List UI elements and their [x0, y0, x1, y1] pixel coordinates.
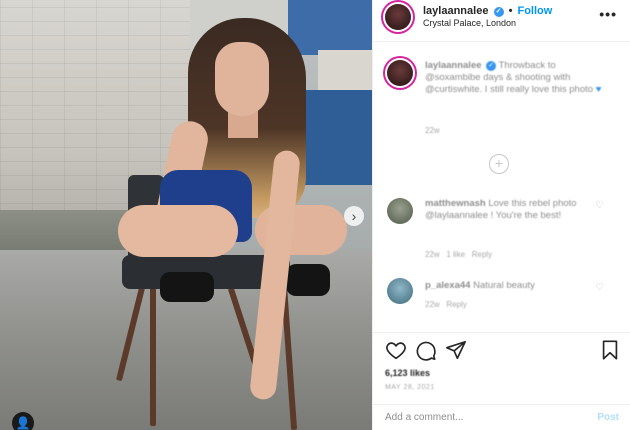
- reply-button[interactable]: Reply: [446, 300, 466, 309]
- post-location[interactable]: Crystal Palace, London: [423, 18, 516, 28]
- comment-text: p_alexa44 Natural beauty: [425, 280, 605, 292]
- comment-body: Natural beauty: [473, 280, 535, 291]
- left-shoe: [160, 272, 214, 302]
- caption-username[interactable]: laylaannalee: [425, 60, 482, 71]
- chair-leg: [150, 286, 156, 426]
- comment-like-heart-icon[interactable]: ♡: [595, 282, 604, 293]
- heart-icon[interactable]: [385, 339, 407, 361]
- post-comment-button[interactable]: Post: [597, 412, 619, 423]
- verified-badge-icon: ✓: [493, 7, 504, 17]
- comment-text: matthewnash Love this rebel photo @layla…: [425, 198, 605, 222]
- wall-panel: [318, 50, 372, 90]
- commenter-avatar[interactable]: [387, 278, 413, 304]
- post-side-panel: laylaannalee ✓ • Follow Crystal Palace, …: [372, 0, 630, 430]
- share-icon[interactable]: [445, 339, 467, 361]
- user-tag-icon[interactable]: 👤: [12, 412, 34, 430]
- comment-username[interactable]: p_alexa44: [425, 280, 470, 291]
- comment-username[interactable]: matthewnash: [425, 198, 486, 209]
- left-leg: [118, 205, 238, 257]
- follow-button[interactable]: Follow: [517, 5, 552, 17]
- separator-dot: •: [508, 5, 513, 17]
- comment-like-heart-icon[interactable]: ♡: [595, 200, 604, 211]
- right-shoe: [286, 264, 330, 296]
- caption-time: 22w: [425, 126, 440, 135]
- bookmark-icon[interactable]: [599, 339, 621, 361]
- comment-time: 22w: [425, 250, 440, 259]
- caption-text: laylaannalee ✓ Throwback to @soxambibe d…: [425, 60, 605, 96]
- caption-avatar[interactable]: [387, 60, 413, 86]
- blue-heart-icon: ♥: [595, 84, 602, 95]
- comment-meta: 22w Reply: [425, 300, 467, 309]
- post-photo[interactable]: › 👤: [0, 0, 372, 430]
- blue-wall-top: [288, 0, 372, 55]
- face: [215, 42, 269, 116]
- blue-door: [300, 90, 372, 185]
- comment-input[interactable]: [385, 412, 575, 423]
- more-options-icon[interactable]: •••: [599, 6, 617, 22]
- comment-meta: 22w 1 like Reply: [425, 250, 492, 259]
- commenter-avatar[interactable]: [387, 198, 413, 224]
- comments-list: laylaannalee ✓ Throwback to @soxambibe d…: [373, 42, 630, 332]
- verified-badge-icon: ✓: [486, 61, 497, 71]
- add-comment-bar: Post: [373, 404, 630, 430]
- comment-time: 22w: [425, 300, 440, 309]
- author-line: laylaannalee ✓ • Follow: [423, 5, 552, 17]
- post-header: laylaannalee ✓ • Follow Crystal Palace, …: [373, 0, 630, 42]
- reply-button[interactable]: Reply: [472, 250, 492, 259]
- post-date: MAY 28, 2021: [385, 384, 435, 391]
- next-arrow-icon[interactable]: ›: [344, 206, 364, 226]
- likes-count[interactable]: 6,123 likes: [385, 368, 430, 378]
- action-bar: [373, 332, 630, 366]
- author-username[interactable]: laylaannalee: [423, 5, 488, 17]
- author-avatar[interactable]: [385, 4, 411, 30]
- load-more-comments-icon[interactable]: +: [489, 154, 509, 174]
- comment-icon[interactable]: [415, 339, 437, 361]
- comment-likes[interactable]: 1 like: [446, 250, 465, 259]
